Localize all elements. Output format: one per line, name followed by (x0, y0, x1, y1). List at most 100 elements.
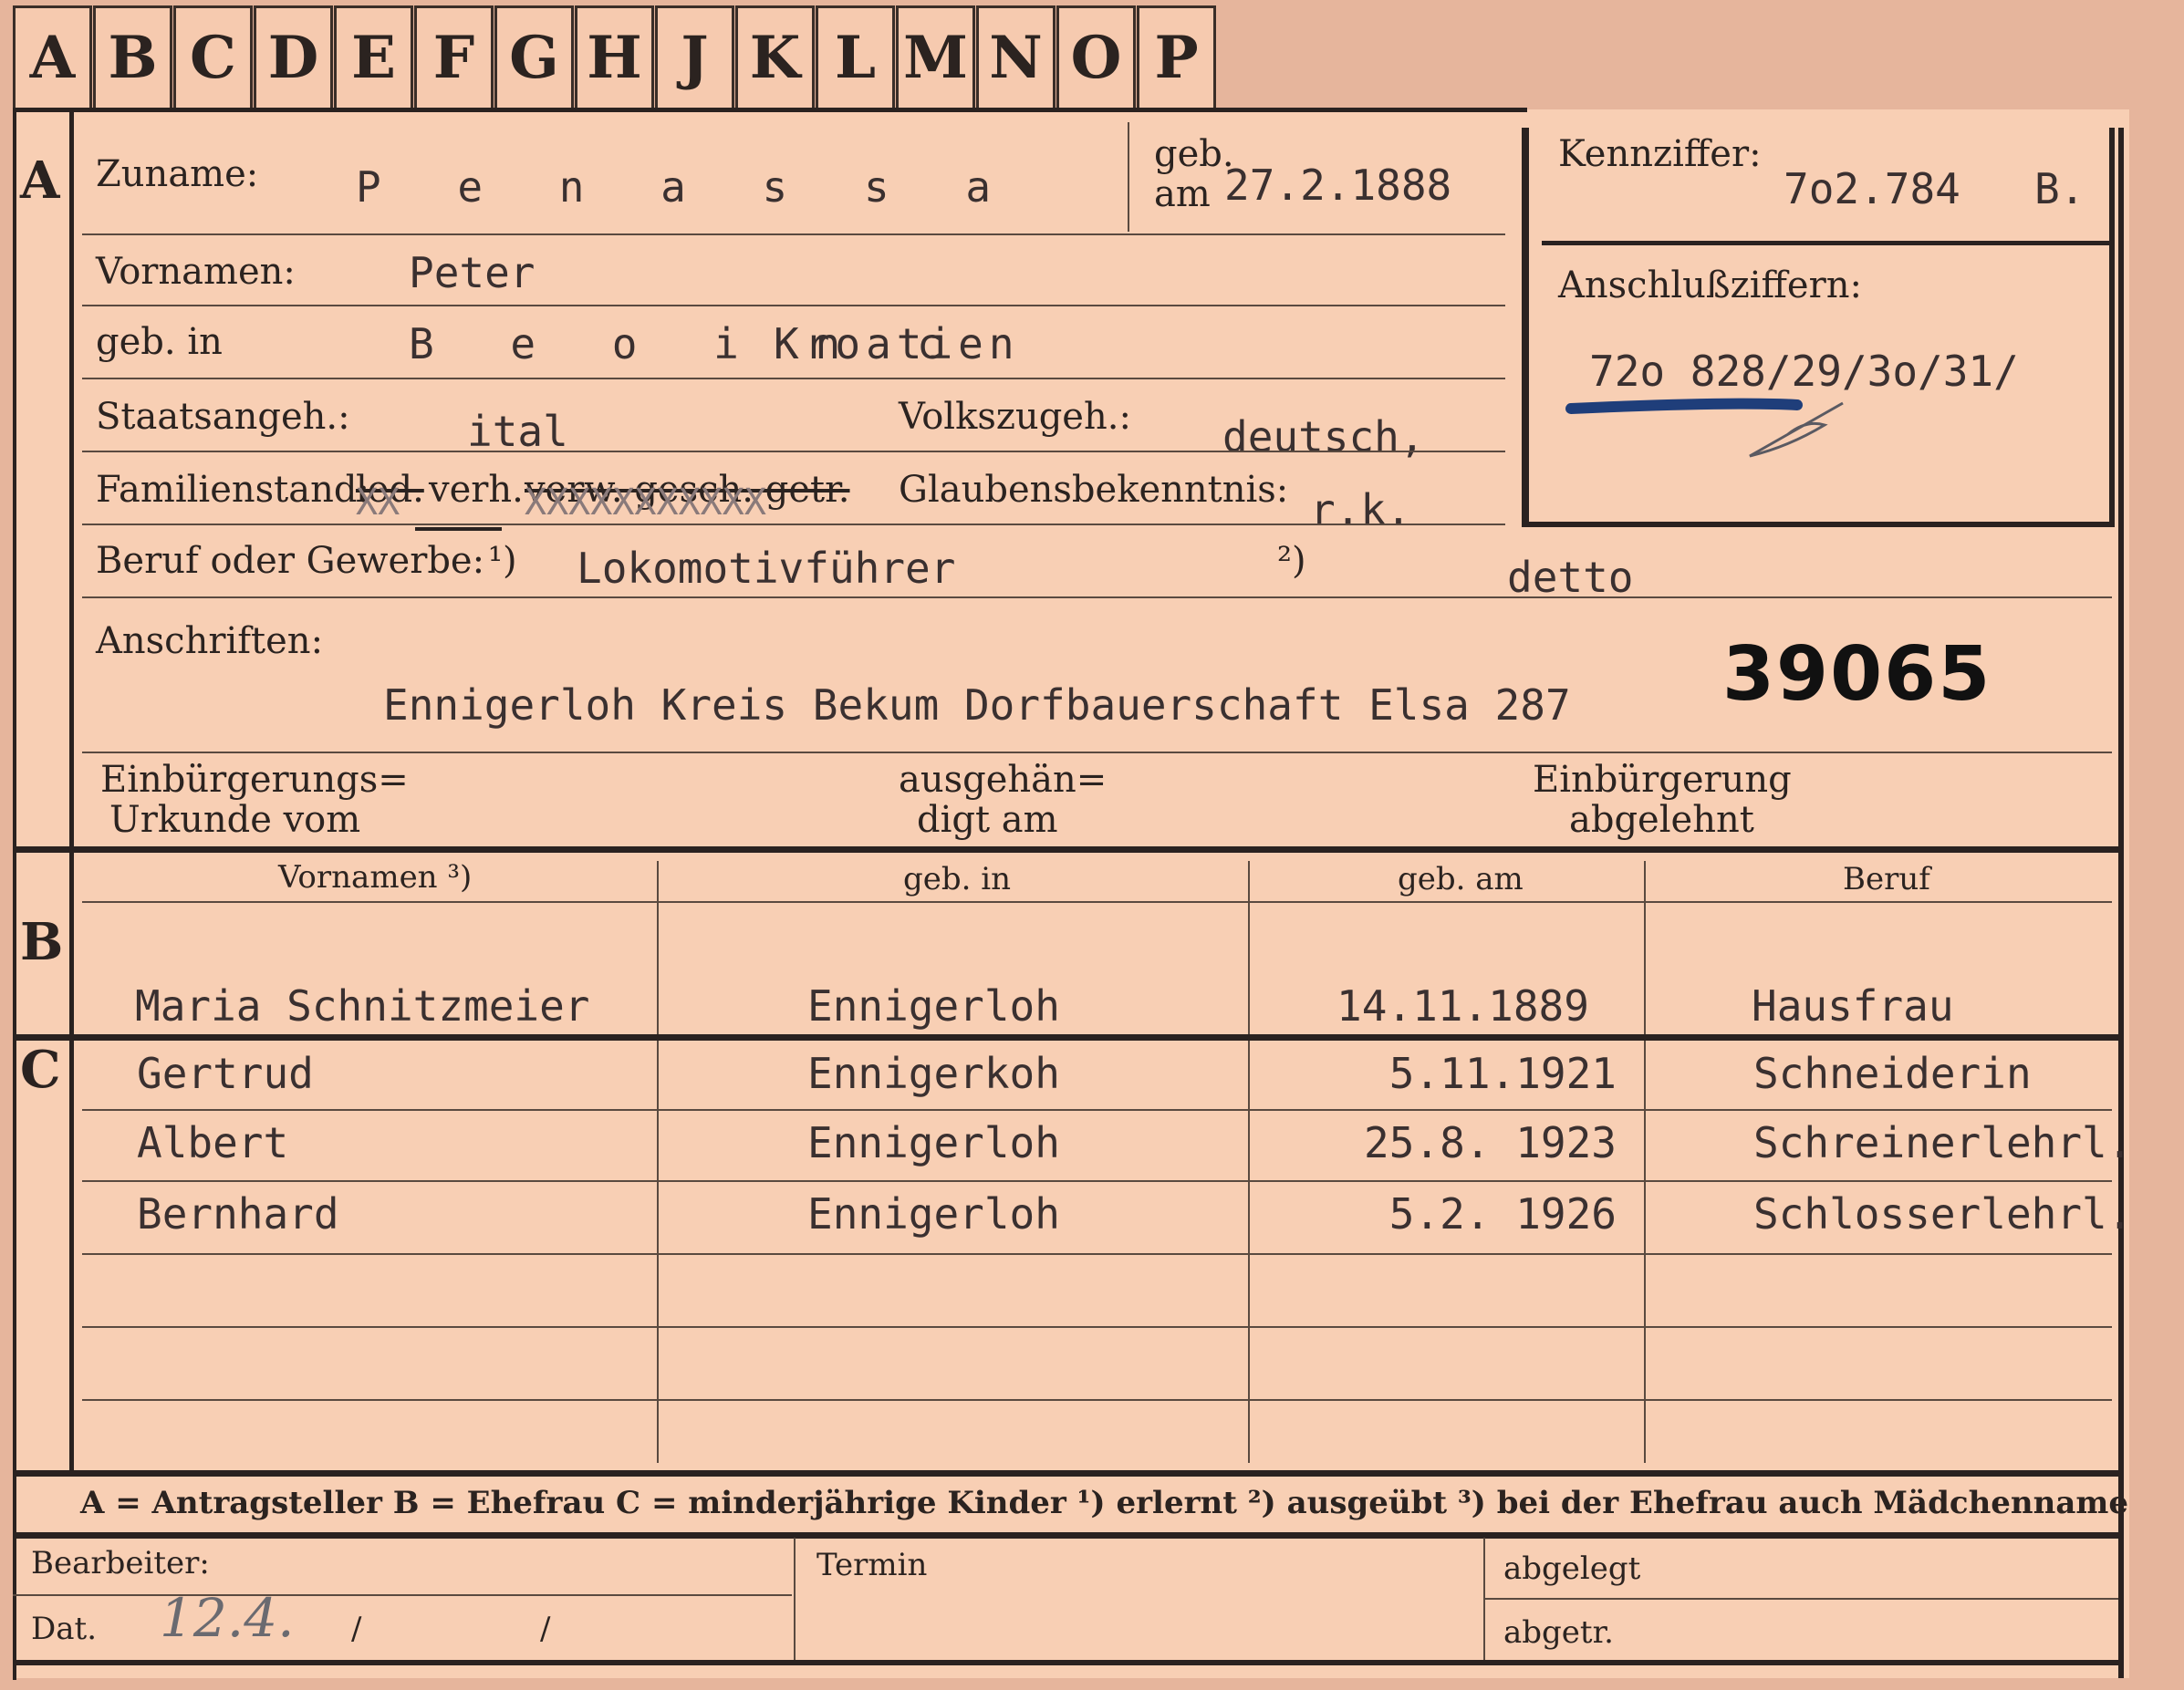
marital-label: Familienstand: (96, 469, 369, 511)
religion-label: Glaubensbekenntnis: (899, 469, 1289, 511)
child-occupation: Schreinerlehrl. (1753, 1118, 2133, 1167)
born-on-value: 27.2.1888 (1224, 161, 1452, 210)
child-name: Albert (137, 1118, 289, 1167)
col-occupation: Beruf (1843, 861, 1930, 897)
tab-letter[interactable]: L (816, 5, 895, 108)
religion-value: r.k. (1310, 485, 1411, 534)
citizenship-value: ital (467, 407, 568, 456)
date-handwritten: 12.4. (160, 1587, 295, 1649)
section-b-marker: B (20, 912, 64, 972)
ethnicity-value: deutsch, (1222, 412, 1425, 461)
occupation-label: Beruf oder Gewerbe: (96, 540, 485, 582)
section-separator (13, 1034, 2124, 1041)
card-right-border (2118, 128, 2124, 1678)
rule (82, 901, 2112, 903)
id-box-divider (1542, 241, 2112, 245)
col-born-on: geb. am (1398, 861, 1524, 897)
tab-letter[interactable]: M (896, 5, 975, 108)
card-bottom-border (13, 1660, 2124, 1665)
legend: A = Antragsteller B = Ehefrau C = minder… (80, 1485, 2128, 1521)
occupation-practiced: detto (1507, 553, 1634, 602)
rule (82, 1399, 2112, 1401)
child-name: Gertrud (137, 1049, 314, 1098)
child-occupation: Schneiderin (1753, 1049, 2032, 1098)
rule (13, 1594, 792, 1596)
col-born-in: geb. in (903, 861, 1012, 897)
filed-label: abgelegt (1503, 1550, 1641, 1587)
col-divider (1248, 861, 1250, 1463)
citizenship-label: Staatsangeh.: (96, 396, 350, 438)
col-given-names: Vornamen ³) (278, 859, 473, 896)
tab-letter[interactable]: E (334, 5, 413, 108)
tab-letter[interactable]: F (414, 5, 494, 108)
rule (82, 1326, 2112, 1328)
given-names-label: Vornamen: (96, 251, 296, 293)
tab-letter[interactable]: D (254, 5, 333, 108)
wife-name: Maria Schnitzmeier (135, 981, 590, 1031)
surname-value: P e n a s s a (356, 162, 1017, 212)
child-born-on: 25.8. 1923 (1364, 1118, 1617, 1167)
rule (82, 752, 2112, 753)
wife-occupation: Hausfrau (1752, 981, 1954, 1031)
deadline-label: Termin (816, 1547, 928, 1583)
marital-option-married: verh. (429, 469, 524, 511)
tab-letter[interactable]: A (13, 5, 92, 108)
handed-over-label-1: ausgehän= (899, 759, 1108, 801)
tab-letter[interactable]: G (494, 5, 574, 108)
inner-left-border (69, 111, 74, 1470)
tab-letter[interactable]: O (1056, 5, 1136, 108)
legend-bottom-border (13, 1532, 2124, 1539)
tab-letter[interactable]: C (173, 5, 253, 108)
ethnicity-label: Volkszugeh.: (899, 396, 1131, 438)
id-box-left (1522, 128, 1529, 527)
given-names-value: Peter (409, 248, 536, 297)
tab-letter[interactable]: N (976, 5, 1056, 108)
clerk-label: Bearbeiter: (31, 1545, 210, 1581)
tab-letter[interactable]: H (575, 5, 654, 108)
pen-underline (1565, 398, 1844, 458)
col-divider (1644, 861, 1646, 1463)
tab-letter[interactable]: B (93, 5, 172, 108)
code-label: Kennziffer: (1558, 133, 1762, 175)
naturalization-label-1: Einbürgerungs= (100, 759, 409, 801)
born-in-country: Kroatien (774, 319, 1020, 368)
child-born-in: Ennigerloh (807, 1189, 1060, 1239)
card-left-border (13, 111, 16, 1680)
marital-xs: XX (356, 482, 400, 524)
code-value: 7o2.784 (1784, 164, 1960, 213)
rule (82, 378, 1505, 379)
col-divider (657, 861, 659, 1463)
wife-born-on: 14.11.1889 (1336, 981, 1589, 1031)
child-born-in: Ennigerloh (807, 1118, 1060, 1167)
child-born-on: 5.11.1921 (1388, 1049, 1617, 1098)
footnote-1-mark: ¹) (488, 540, 517, 582)
footnote-2-mark: ²) (1277, 540, 1306, 582)
rule (82, 305, 1505, 306)
tab-letter[interactable]: J (655, 5, 734, 108)
rule (82, 451, 1505, 452)
rule (82, 1180, 2112, 1182)
born-in-label: geb. in (96, 321, 223, 363)
tab-letter[interactable]: P (1137, 5, 1216, 108)
col-divider (794, 1538, 796, 1660)
marital-xs-2: XXXXXXXXXXX (525, 482, 766, 524)
child-born-in: Ennigerkoh (807, 1049, 1060, 1098)
address-value: Ennigerloh Kreis Bekum Dorfbauerschaft E… (383, 680, 1571, 730)
card-top-border (13, 108, 1527, 112)
born-on-label-1: geb. (1154, 133, 1234, 175)
divider (1128, 122, 1129, 232)
naturalization-label-2: Urkunde vom (109, 799, 361, 841)
tab-letter[interactable]: K (735, 5, 815, 108)
issued-label: abgetr. (1503, 1614, 1614, 1651)
marital-underline (415, 527, 502, 531)
born-on-label-2: am (1154, 173, 1211, 215)
wife-born-in: Ennigerloh (807, 981, 1060, 1031)
surname-label: Zuname: (96, 153, 259, 195)
rule (1485, 1598, 2118, 1600)
date-slash-2: / (540, 1611, 551, 1647)
code-suffix: B. (2034, 164, 2085, 213)
rule (82, 233, 1505, 235)
rule (82, 1109, 2112, 1111)
handed-over-label-2: digt am (917, 799, 1058, 841)
rule (82, 1253, 2112, 1255)
